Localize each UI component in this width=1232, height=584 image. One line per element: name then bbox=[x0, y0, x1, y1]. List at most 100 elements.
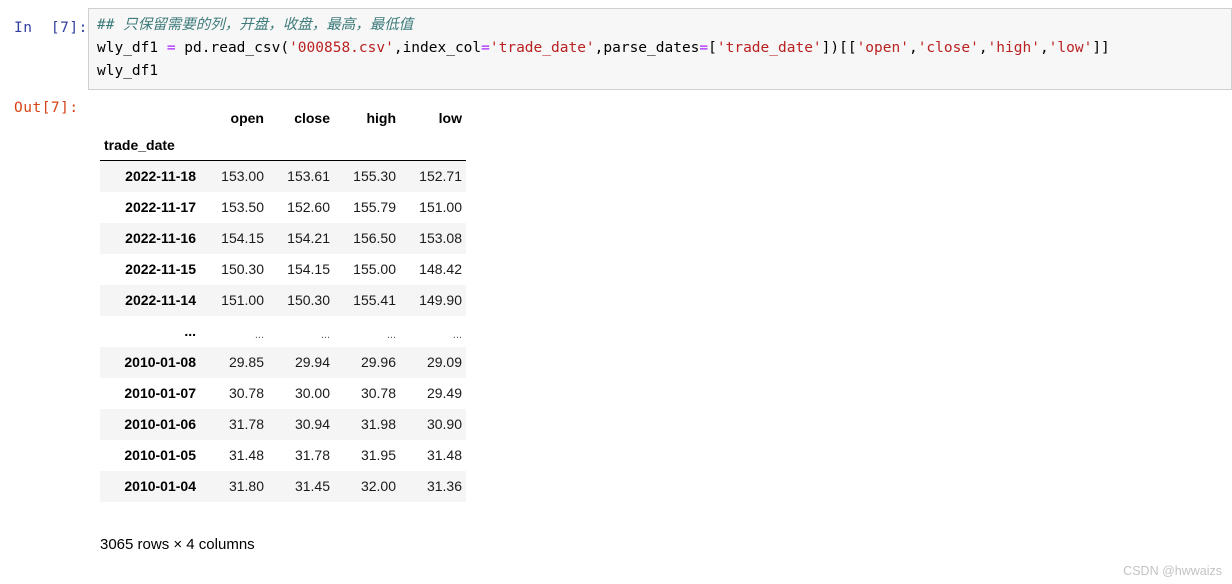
code-token-plain: ])[[ bbox=[821, 40, 857, 56]
cell-open: 153.50 bbox=[221, 199, 264, 215]
code-token-plain: ]] bbox=[1092, 40, 1110, 56]
index-name-label: trade_date bbox=[104, 137, 175, 153]
code-token-plain: pd.read_csv( bbox=[175, 40, 290, 56]
row-index-cell: ... bbox=[184, 323, 196, 339]
table-row: 2022-11-17 153.50 152.60 155.79 151.00 bbox=[100, 191, 466, 223]
index-corner-blank bbox=[100, 106, 202, 131]
output-prompt-label: Out[7]: bbox=[14, 100, 79, 116]
code-text[interactable]: ## 只保留需要的列，开盘，收盘，最高，最低值 wly_df1 = pd.read… bbox=[89, 9, 1231, 83]
input-prompt-label: In [7]: bbox=[14, 20, 88, 36]
cell-open: 29.85 bbox=[228, 354, 264, 370]
cell-open: 31.48 bbox=[228, 447, 264, 463]
index-name-pad-3 bbox=[334, 131, 400, 161]
code-token-plain: , bbox=[908, 40, 918, 56]
cell-high: 30.78 bbox=[360, 385, 396, 401]
cell-close: 154.21 bbox=[287, 230, 330, 246]
cell-close: 29.94 bbox=[294, 354, 330, 370]
cell-open: 150.30 bbox=[221, 261, 264, 277]
cell-close: ... bbox=[320, 328, 330, 341]
cell-low: 148.42 bbox=[419, 261, 462, 277]
table-row: 2022-11-15 150.30 154.15 155.00 148.42 bbox=[100, 253, 466, 285]
code-editor[interactable]: ## 只保留需要的列，开盘，收盘，最高，最低值 wly_df1 = pd.read… bbox=[88, 8, 1232, 90]
dataframe-body: 2022-11-18 153.00 153.61 155.30 152.71 2022-1… bbox=[100, 160, 466, 502]
row-index-cell: 2022-11-16 bbox=[125, 230, 196, 246]
index-name-row: trade_date bbox=[100, 131, 466, 161]
csdn-watermark: CSDN @hwwaizs bbox=[1123, 564, 1222, 578]
cell-open: 31.78 bbox=[228, 416, 264, 432]
cell-low: 153.08 bbox=[419, 230, 462, 246]
table-row: 2010-01-07 30.78 30.00 30.78 29.49 bbox=[100, 377, 466, 409]
cell-high: 29.96 bbox=[360, 354, 396, 370]
cell-high: 155.79 bbox=[353, 199, 396, 215]
row-index-cell: 2010-01-05 bbox=[124, 447, 196, 463]
cell-high: 32.00 bbox=[360, 478, 396, 494]
index-name-pad-4 bbox=[400, 131, 466, 161]
column-header-row: open close high low bbox=[100, 106, 466, 131]
cell-close: 30.00 bbox=[294, 385, 330, 401]
row-index-cell: 2022-11-18 bbox=[125, 168, 196, 185]
row-index-cell: 2010-01-07 bbox=[124, 385, 196, 401]
cell-low: 31.48 bbox=[426, 447, 462, 463]
code-token-op: = bbox=[481, 40, 490, 56]
cell-high: 155.41 bbox=[353, 292, 396, 308]
cell-close: 152.60 bbox=[287, 199, 330, 215]
code-token-str: '000858.csv' bbox=[289, 40, 394, 56]
cell-open: 30.78 bbox=[228, 385, 264, 401]
dataframe-header: open close high low trade_date bbox=[100, 106, 466, 161]
cell-close: 154.15 bbox=[287, 261, 330, 277]
cell-low: 30.90 bbox=[426, 416, 462, 432]
row-index-cell: 2010-01-04 bbox=[124, 478, 196, 494]
table-row: 2010-01-06 31.78 30.94 31.98 30.90 bbox=[100, 408, 466, 440]
code-token-str: 'trade_date' bbox=[716, 40, 822, 56]
cell-close: 31.78 bbox=[294, 447, 330, 463]
cell-high: 31.95 bbox=[360, 447, 396, 463]
cell-open: 31.80 bbox=[228, 478, 264, 494]
code-token-comment: ## 只保留需要的列，开盘，收盘，最高，最低值 bbox=[97, 17, 414, 33]
row-index-cell: 2022-11-15 bbox=[125, 261, 196, 277]
cell-close: 153.61 bbox=[287, 168, 330, 185]
code-token-plain: ,index_col bbox=[393, 40, 482, 56]
table-row: 2010-01-04 31.80 31.45 32.00 31.36 bbox=[100, 470, 466, 502]
row-index-cell: 2010-01-08 bbox=[124, 354, 196, 370]
code-token-plain: , bbox=[1039, 40, 1049, 56]
cell-low: 31.36 bbox=[426, 478, 462, 494]
code-token-plain: ,parse_dates bbox=[594, 40, 700, 56]
column-header-low: low bbox=[438, 110, 462, 126]
code-token-str: 'close' bbox=[917, 40, 979, 56]
dataframe-container: open close high low trade_date 2022-11-18 15… bbox=[100, 106, 466, 502]
cell-close: 150.30 bbox=[287, 292, 330, 308]
cell-open: ... bbox=[254, 328, 264, 341]
cell-low: ... bbox=[452, 328, 462, 341]
table-row: 2010-01-08 29.85 29.94 29.96 29.09 bbox=[100, 346, 466, 378]
cell-high: 31.98 bbox=[360, 416, 396, 432]
code-token-op: = bbox=[166, 40, 176, 56]
code-token-str: 'high' bbox=[987, 40, 1040, 56]
index-name-pad-2 bbox=[268, 131, 334, 161]
table-row: 2022-11-18 153.00 153.61 155.30 152.71 bbox=[100, 160, 466, 192]
cell-open: 154.15 bbox=[221, 230, 264, 246]
cell-low: 29.09 bbox=[426, 354, 462, 370]
table-row: 2022-11-16 154.15 154.21 156.50 153.08 bbox=[100, 222, 466, 254]
table-row: 2010-01-05 31.48 31.78 31.95 31.48 bbox=[100, 439, 466, 471]
code-token-plain: [ bbox=[708, 40, 717, 56]
cell-low: 29.49 bbox=[426, 385, 462, 401]
cell-low: 151.00 bbox=[419, 199, 462, 215]
column-header-open: open bbox=[230, 110, 264, 126]
cell-close: 30.94 bbox=[294, 416, 330, 432]
code-line-3: wly_df1 bbox=[97, 60, 1231, 83]
code-token-str: 'open' bbox=[856, 40, 909, 56]
code-token-plain: wly_df1 bbox=[97, 40, 167, 56]
code-line-2: wly_df1 = pd.read_csv('000858.csv',index… bbox=[97, 37, 1231, 60]
table-row: ............... bbox=[100, 315, 466, 347]
code-token-plain: , bbox=[978, 40, 988, 56]
dataframe-table: open close high low trade_date 2022-11-18 15… bbox=[100, 106, 466, 502]
code-line-1: ## 只保留需要的列，开盘，收盘，最高，最低值 bbox=[97, 14, 1231, 37]
column-header-close: close bbox=[294, 110, 330, 126]
column-header-high: high bbox=[366, 110, 396, 126]
code-token-op: = bbox=[699, 40, 709, 56]
cell-high: ... bbox=[386, 328, 396, 341]
table-row: 2022-11-14 151.00 150.30 155.41 149.90 bbox=[100, 284, 466, 316]
row-index-cell: 2010-01-06 bbox=[124, 416, 196, 432]
notebook-input-cell: In [7]: ## 只保留需要的列，开盘，收盘，最高，最低值 wly_df1 =… bbox=[0, 8, 1232, 90]
cell-high: 155.30 bbox=[353, 168, 396, 185]
